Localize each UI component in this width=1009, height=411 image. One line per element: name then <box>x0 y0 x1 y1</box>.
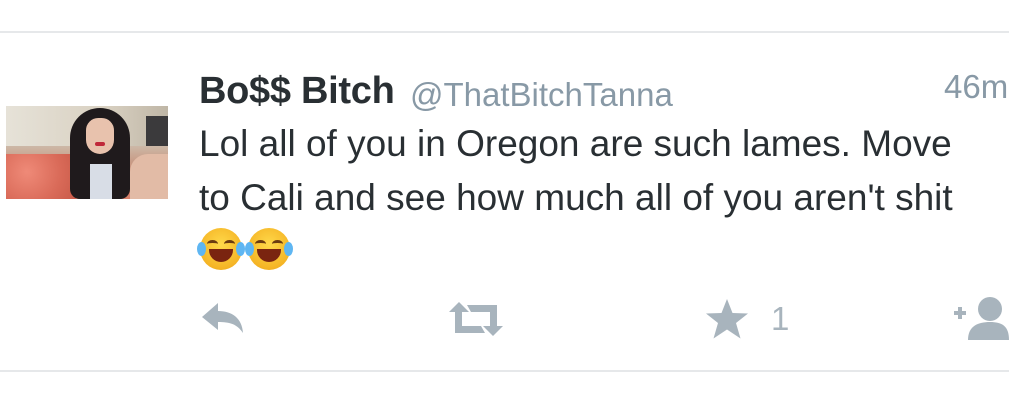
avatar[interactable] <box>6 106 168 199</box>
face-with-tears-of-joy-icon <box>197 228 245 270</box>
bottom-divider <box>0 370 1009 372</box>
top-divider <box>0 31 1009 33</box>
favorite-button[interactable] <box>705 298 749 340</box>
display-name[interactable]: Bo$$ Bitch <box>199 70 395 113</box>
follow-button[interactable] <box>952 296 1009 340</box>
face-with-tears-of-joy-icon <box>245 228 293 270</box>
reply-icon <box>202 303 243 333</box>
favorite-count: 1 <box>771 300 790 337</box>
tweet-text: Lol all of you in Oregon are such lames.… <box>199 117 1009 225</box>
tweet-text-line: to Cali and see how much all of you aren… <box>199 177 953 218</box>
tweet-text-line: Lol all of you in Oregon are such lames.… <box>199 123 952 164</box>
star-icon <box>706 299 748 339</box>
timestamp[interactable]: 46m <box>944 68 1008 106</box>
user-handle[interactable]: @ThatBitchTanna <box>410 76 673 114</box>
add-user-icon <box>954 297 1009 340</box>
retweet-icon <box>449 302 503 336</box>
retweet-button[interactable] <box>447 302 505 336</box>
reply-button[interactable] <box>200 300 246 336</box>
